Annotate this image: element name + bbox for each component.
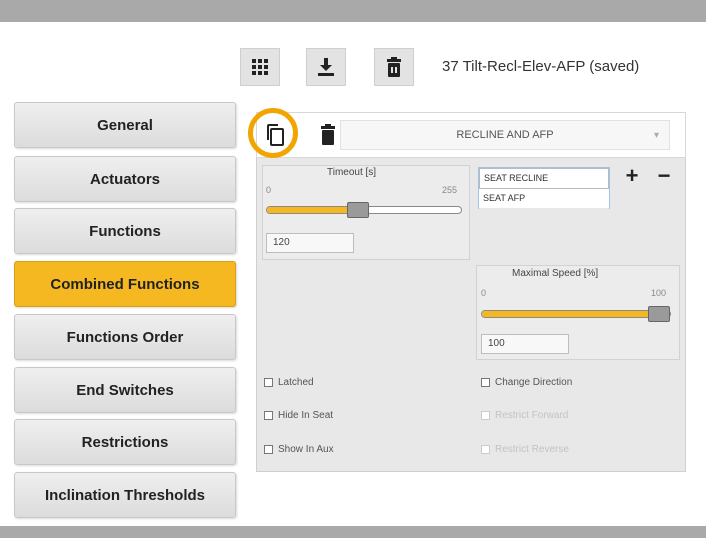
- show-in-aux-label: Show In Aux: [278, 444, 334, 455]
- max-speed-slider-fill: [482, 311, 659, 317]
- checkbox-box: [481, 378, 490, 387]
- latched-checkbox[interactable]: Latched: [264, 377, 314, 388]
- restrict-forward-checkbox: Restrict Forward: [481, 410, 568, 421]
- chevron-down-icon: ▾: [653, 130, 659, 141]
- top-frame-bar: [0, 0, 706, 22]
- tab-combined-functions[interactable]: Combined Functions: [14, 261, 236, 307]
- change-direction-checkbox[interactable]: Change Direction: [481, 377, 572, 388]
- hide-in-seat-label: Hide In Seat: [278, 410, 334, 421]
- checkbox-box: [264, 445, 273, 454]
- restrict-forward-label: Restrict Forward: [495, 410, 569, 421]
- function-select-value: RECLINE AND AFP: [456, 129, 554, 141]
- restrict-reverse-checkbox: Restrict Reverse: [481, 444, 569, 455]
- grid-menu-button[interactable]: [240, 48, 280, 86]
- max-speed-slider-thumb[interactable]: [648, 306, 670, 322]
- timeout-max: 255: [442, 185, 458, 195]
- trash-icon: [321, 124, 335, 145]
- checkbox-box: [264, 411, 273, 420]
- download-icon: [318, 58, 334, 76]
- trash-icon: [387, 57, 401, 77]
- checkbox-box: [481, 445, 490, 454]
- bottom-frame-bar: [0, 526, 706, 538]
- checkbox-box: [481, 411, 490, 420]
- checkbox-box: [264, 378, 273, 387]
- timeout-label: Timeout [s]: [327, 167, 377, 178]
- max-speed-slider[interactable]: [481, 306, 671, 322]
- list-item[interactable]: SEAT RECLINE: [479, 168, 609, 189]
- config-title: 37 Tilt-Recl-Elev-AFP (saved): [442, 58, 640, 75]
- tab-restrictions[interactable]: Restrictions: [14, 419, 236, 465]
- latched-label: Latched: [278, 377, 314, 388]
- delete-function-button[interactable]: [316, 120, 340, 150]
- download-button[interactable]: [306, 48, 346, 86]
- timeout-slider-thumb[interactable]: [347, 202, 370, 218]
- show-in-aux-checkbox[interactable]: Show In Aux: [264, 444, 334, 455]
- change-direction-label: Change Direction: [495, 377, 573, 388]
- list-item[interactable]: SEAT AFP: [479, 189, 609, 209]
- timeout-value-input[interactable]: 120: [266, 233, 354, 253]
- function-list[interactable]: SEAT RECLINE SEAT AFP: [478, 167, 610, 209]
- remove-function-button[interactable]: −: [652, 165, 676, 188]
- add-function-button[interactable]: +: [620, 165, 644, 188]
- max-speed-max: 100: [651, 288, 667, 298]
- tab-actuators[interactable]: Actuators: [14, 156, 236, 202]
- max-speed-value-input[interactable]: 100: [481, 334, 569, 354]
- grid-menu-icon: [252, 59, 268, 75]
- function-select[interactable]: RECLINE AND AFP ▾: [340, 120, 670, 150]
- highlight-ring: [248, 108, 298, 158]
- timeout-min: 0: [266, 185, 272, 195]
- delete-config-button[interactable]: [374, 48, 414, 86]
- tab-functions-order[interactable]: Functions Order: [14, 314, 236, 360]
- timeout-slider[interactable]: [266, 202, 462, 218]
- restrict-reverse-label: Restrict Reverse: [495, 444, 569, 455]
- max-speed-label: Maximal Speed [%]: [512, 268, 599, 279]
- hide-in-seat-checkbox[interactable]: Hide In Seat: [264, 410, 333, 421]
- timeout-slider-fill: [267, 207, 359, 213]
- tab-end-switches[interactable]: End Switches: [14, 367, 236, 413]
- tab-functions[interactable]: Functions: [14, 208, 236, 254]
- max-speed-min: 0: [481, 288, 487, 298]
- tab-general[interactable]: General: [14, 102, 236, 148]
- tab-inclination-thresholds[interactable]: Inclination Thresholds: [14, 472, 236, 518]
